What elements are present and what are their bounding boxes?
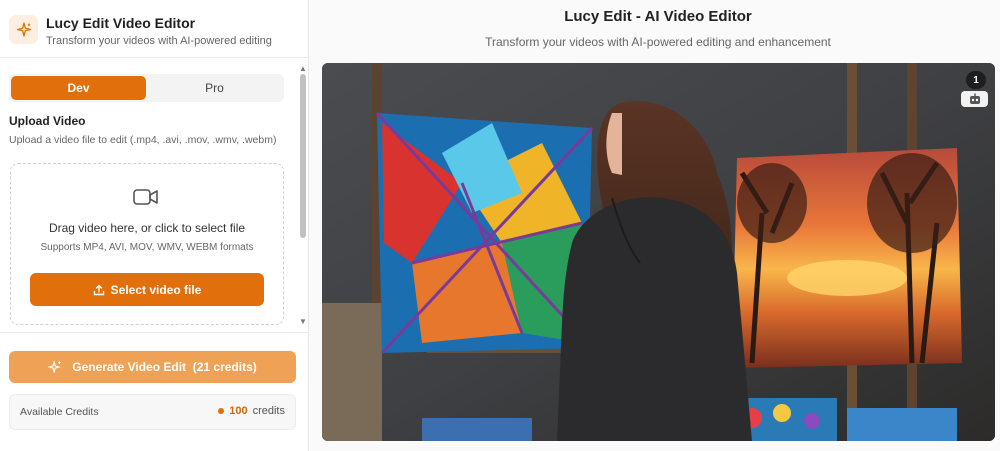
- upload-icon: [93, 284, 104, 295]
- sidebar-scrollbar[interactable]: ▲ ▼: [297, 64, 309, 328]
- video-camera-icon: [133, 189, 158, 205]
- tab-dev[interactable]: Dev: [11, 76, 146, 100]
- sidebar-divider: [0, 332, 309, 333]
- upload-video-heading: Upload Video: [9, 114, 86, 128]
- generate-video-edit-label: Generate Video Edit (21 credits): [72, 360, 257, 374]
- page-subtitle: Transform your videos with AI-powered ed…: [485, 35, 831, 49]
- app-title: Lucy Edit Video Editor: [46, 15, 196, 31]
- video-frame-image: [322, 63, 995, 441]
- page-title: Lucy Edit - AI Video Editor: [564, 8, 752, 25]
- mode-tabs: Dev Pro: [9, 74, 284, 102]
- sidebar: Lucy Edit Video Editor Transform your vi…: [0, 0, 309, 451]
- sparkles-icon: [9, 15, 38, 44]
- dropzone-title: Drag video here, or click to select file: [48, 221, 246, 235]
- credits-unit: credits: [252, 405, 285, 417]
- tab-pro[interactable]: Pro: [147, 76, 282, 100]
- scroll-down-arrow-icon[interactable]: ▼: [299, 317, 307, 326]
- video-dropzone[interactable]: Drag video here, or click to select file…: [10, 163, 284, 325]
- generate-video-edit-button[interactable]: Generate Video Edit (21 credits): [9, 351, 296, 383]
- credits-value: 100: [229, 405, 248, 417]
- available-credits-panel: Available Credits 100 credits: [9, 394, 296, 430]
- select-video-file-button[interactable]: Select video file: [30, 273, 264, 306]
- available-credits-label: Available Credits: [20, 406, 99, 418]
- upload-video-description: Upload a video file to edit (.mp4, .avi,…: [9, 134, 277, 146]
- frame-count-badge: 1: [966, 71, 986, 89]
- sidebar-scroll-area: Dev Pro Upload Video Upload a video file…: [0, 62, 309, 330]
- video-preview[interactable]: [322, 63, 995, 441]
- sidebar-header: Lucy Edit Video Editor Transform your vi…: [0, 0, 309, 58]
- scroll-up-arrow-icon[interactable]: ▲: [299, 64, 307, 73]
- select-video-file-label: Select video file: [110, 282, 202, 297]
- credits-balance: 100 credits: [218, 405, 285, 417]
- sparkles-icon: [48, 361, 61, 373]
- scrollbar-thumb[interactable]: [300, 74, 306, 238]
- robot-icon[interactable]: [961, 91, 988, 107]
- credits-dot-icon: [218, 408, 225, 414]
- dropzone-formats: Supports MP4, AVI, MOV, WMV, WEBM format…: [40, 242, 254, 253]
- app-subtitle: Transform your videos with AI-powered ed…: [46, 35, 272, 47]
